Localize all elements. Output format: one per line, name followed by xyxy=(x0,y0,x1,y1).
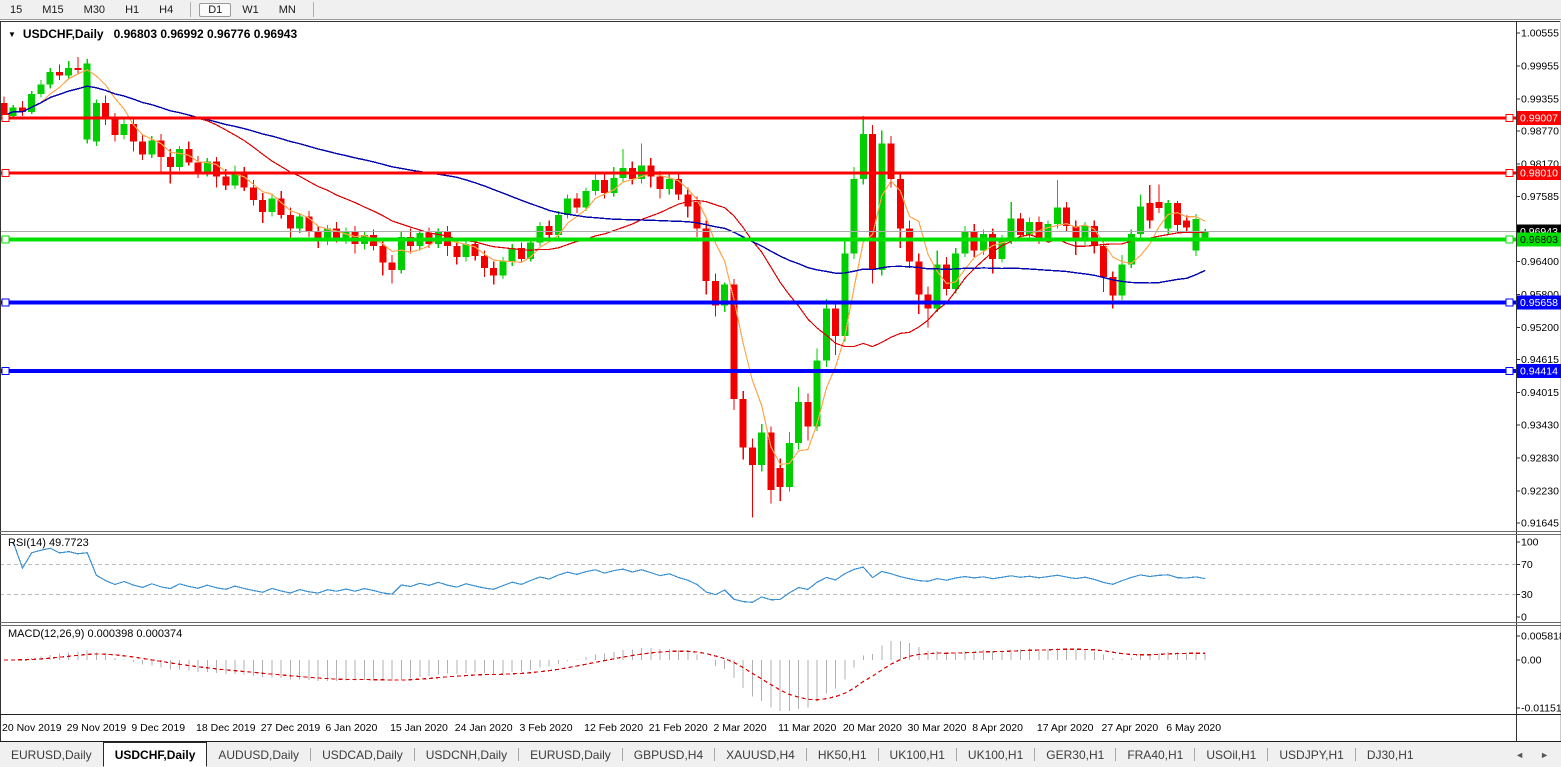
date-axis-labels: 20 Nov 2019 29 Nov 2019 9 Dec 2019 18 Dec 2… xyxy=(2,722,1221,734)
svg-text:27 Dec 2019: 27 Dec 2019 xyxy=(261,722,321,734)
macd-histogram xyxy=(4,641,1205,711)
svg-text:9 Dec 2019: 9 Dec 2019 xyxy=(131,722,185,734)
svg-text:0.96400: 0.96400 xyxy=(1521,256,1559,268)
macd-indicator-label: MACD(12,26,9) 0.000398 0.000374 xyxy=(8,628,182,640)
svg-text:0.00: 0.00 xyxy=(1521,655,1542,667)
svg-text:2 Mar 2020: 2 Mar 2020 xyxy=(713,722,766,734)
symbol-tab-bar: EURUSD,DailyUSDCHF,DailyAUDUSD,DailyUSDC… xyxy=(0,741,1561,767)
tab-xauusd-h4[interactable]: XAUUSD,H4 xyxy=(715,742,806,767)
svg-text:0.94015: 0.94015 xyxy=(1521,387,1559,399)
svg-text:6 Jan 2020: 6 Jan 2020 xyxy=(325,722,377,734)
price-axis-labels: 1.005550.999550.993550.987700.981700.975… xyxy=(1516,28,1559,530)
tab-usoil-h1[interactable]: USOil,H1 xyxy=(1195,742,1267,767)
horizontal-line-0.99007[interactable] xyxy=(0,115,1516,122)
svg-text:0.95200: 0.95200 xyxy=(1521,322,1559,334)
tab-scroll-right-icon[interactable]: ► xyxy=(1540,750,1549,760)
tab-uk100-h1[interactable]: UK100,H1 xyxy=(879,742,956,767)
svg-text:30: 30 xyxy=(1521,589,1533,601)
svg-text:0.99007: 0.99007 xyxy=(1520,113,1558,125)
tab-usdcad-daily[interactable]: USDCAD,Daily xyxy=(311,742,414,767)
svg-text:0.91645: 0.91645 xyxy=(1521,518,1559,530)
svg-text:17 Apr 2020: 17 Apr 2020 xyxy=(1037,722,1094,734)
horizontal-line-0.95658[interactable] xyxy=(0,299,1516,306)
tab-usdchf-daily[interactable]: USDCHF,Daily xyxy=(103,742,208,767)
tab-uk100-h1[interactable]: UK100,H1 xyxy=(957,742,1034,767)
svg-text:12 Feb 2020: 12 Feb 2020 xyxy=(584,722,643,734)
trading-terminal-window: 15M15M30H1H4D1W1MN 1.005550.999550.99355… xyxy=(0,0,1561,767)
svg-text:0.98770: 0.98770 xyxy=(1521,126,1559,138)
svg-text:0.99355: 0.99355 xyxy=(1521,94,1559,106)
tab-scroll-left-icon[interactable]: ◄ xyxy=(1515,750,1524,760)
rsi-indicator-label: RSI(14) 49.7723 xyxy=(8,537,89,549)
tab-eurusd-daily[interactable]: EURUSD,Daily xyxy=(519,742,622,767)
tab-fra40-h1[interactable]: FRA40,H1 xyxy=(1116,742,1194,767)
svg-text:29 Nov 2019: 29 Nov 2019 xyxy=(67,722,127,734)
svg-text:0.92830: 0.92830 xyxy=(1521,452,1559,464)
svg-text:8 Apr 2020: 8 Apr 2020 xyxy=(972,722,1023,734)
svg-text:0.94414: 0.94414 xyxy=(1520,365,1558,377)
tab-audusd-daily[interactable]: AUDUSD,Daily xyxy=(207,742,310,767)
tab-usdcnh-daily[interactable]: USDCNH,Daily xyxy=(415,742,518,767)
svg-text:24 Jan 2020: 24 Jan 2020 xyxy=(455,722,513,734)
tab-dj30-h1[interactable]: DJ30,H1 xyxy=(1356,742,1425,767)
svg-text:0.98010: 0.98010 xyxy=(1520,167,1558,179)
tab-ger30-h1[interactable]: GER30,H1 xyxy=(1035,742,1115,767)
rsi-axis-labels: 100 70 30 0 xyxy=(1516,537,1539,624)
horizontal-line-0.96803[interactable] xyxy=(0,236,1516,243)
price-chart-svg: 1.005550.999550.993550.987700.981700.975… xyxy=(0,0,1561,767)
pane-borders xyxy=(0,21,1561,741)
svg-text:0.005818: 0.005818 xyxy=(1521,630,1561,642)
chart-area: 1.005550.999550.993550.987700.981700.975… xyxy=(0,0,1561,767)
horizontal-line-0.94414[interactable] xyxy=(0,367,1516,374)
svg-text:15 Jan 2020: 15 Jan 2020 xyxy=(390,722,448,734)
svg-text:0.92230: 0.92230 xyxy=(1521,485,1559,497)
svg-text:18 Dec 2019: 18 Dec 2019 xyxy=(196,722,256,734)
svg-text:30 Mar 2020: 30 Mar 2020 xyxy=(908,722,967,734)
svg-text:100: 100 xyxy=(1521,537,1539,549)
svg-text:-0.011514: -0.011514 xyxy=(1521,702,1561,714)
svg-text:1.00555: 1.00555 xyxy=(1521,28,1559,40)
horizontal-line-0.98010[interactable] xyxy=(0,169,1516,176)
svg-text:20 Nov 2019: 20 Nov 2019 xyxy=(2,722,62,734)
chart-ohlc-values: 0.96803 0.96992 0.96776 0.96943 xyxy=(114,27,298,41)
svg-text:6 May 2020: 6 May 2020 xyxy=(1166,722,1221,734)
svg-text:21 Feb 2020: 21 Feb 2020 xyxy=(649,722,708,734)
svg-text:70: 70 xyxy=(1521,559,1533,571)
rsi-level-lines xyxy=(0,565,1516,595)
tab-usdjpy-h1[interactable]: USDJPY,H1 xyxy=(1268,742,1354,767)
moving-averages-layer xyxy=(4,70,1205,465)
chart-title: ▼ USDCHF,Daily 0.96803 0.96992 0.96776 0… xyxy=(8,26,297,42)
svg-text:0.97585: 0.97585 xyxy=(1521,191,1559,203)
line-price-badges: 0.99007 0.98010 0.96803 0.95658 0.94414 xyxy=(1517,111,1561,378)
svg-text:11 Mar 2020: 11 Mar 2020 xyxy=(778,722,836,734)
svg-text:27 Apr 2020: 27 Apr 2020 xyxy=(1102,722,1159,734)
tab-scroll-arrows: ◄► xyxy=(1515,742,1561,767)
svg-text:0.96803: 0.96803 xyxy=(1520,234,1558,246)
svg-text:0.99955: 0.99955 xyxy=(1521,61,1559,73)
svg-text:20 Mar 2020: 20 Mar 2020 xyxy=(843,722,902,734)
tab-gbpusd-h4[interactable]: GBPUSD,H4 xyxy=(623,742,714,767)
tab-hk50-h1[interactable]: HK50,H1 xyxy=(807,742,878,767)
rsi-line xyxy=(13,542,1205,602)
candles-layer xyxy=(1,57,1209,517)
svg-text:3 Feb 2020: 3 Feb 2020 xyxy=(519,722,572,734)
svg-text:0.95658: 0.95658 xyxy=(1520,297,1558,309)
chart-dropdown-icon[interactable]: ▼ xyxy=(8,30,16,39)
chart-symbol-label: USDCHF,Daily xyxy=(23,27,104,41)
svg-text:0: 0 xyxy=(1521,612,1527,624)
tab-eurusd-daily[interactable]: EURUSD,Daily xyxy=(0,742,103,767)
macd-axis-labels: 0.005818 0.00 -0.011514 xyxy=(1516,630,1561,714)
svg-text:0.93430: 0.93430 xyxy=(1521,419,1559,431)
